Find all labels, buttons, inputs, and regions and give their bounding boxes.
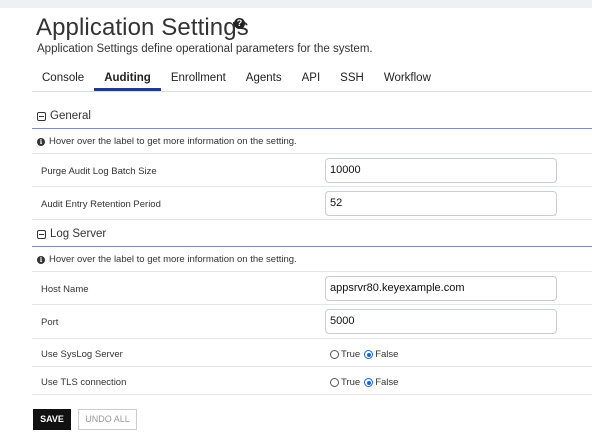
retention-period-input[interactable]: 52 <box>325 191 557 216</box>
section-toggle-log-server[interactable]: Log Server <box>37 224 106 244</box>
port-input[interactable]: 5000 <box>325 309 557 334</box>
use-tls-true-radio[interactable] <box>330 378 339 387</box>
tab-ssh[interactable]: SSH <box>330 69 374 91</box>
use-syslog-false-label[interactable]: False <box>375 349 398 360</box>
purge-batch-label[interactable]: Purge Audit Log Batch Size <box>41 166 157 177</box>
info-note-general: i Hover over the label to get more infor… <box>37 136 297 147</box>
use-tls-false-label[interactable]: False <box>375 377 398 388</box>
save-button[interactable]: SAVE <box>33 409 71 430</box>
row-divider <box>32 394 592 395</box>
info-text: Hover over the label to get more informa… <box>49 254 297 265</box>
undo-all-button[interactable]: UNDO ALL <box>78 409 137 430</box>
tab-agents[interactable]: Agents <box>236 69 292 91</box>
page-title: Application Settings <box>36 14 249 41</box>
tab-enrollment[interactable]: Enrollment <box>161 69 236 91</box>
host-name-input[interactable]: appsrvr80.keyexample.com <box>325 276 557 301</box>
purge-batch-input[interactable]: 10000 <box>325 158 557 183</box>
section-divider-log-server <box>32 246 592 247</box>
tab-auditing[interactable]: Auditing <box>94 69 161 91</box>
row-divider <box>32 366 592 367</box>
top-strip <box>0 0 592 8</box>
use-tls-true-label[interactable]: True <box>341 377 360 388</box>
row-divider <box>32 338 592 339</box>
tab-api[interactable]: API <box>292 69 331 91</box>
row-divider <box>32 186 592 187</box>
info-icon: i <box>37 137 45 146</box>
use-tls-label[interactable]: Use TLS connection <box>41 377 126 388</box>
use-syslog-label[interactable]: Use SysLog Server <box>41 349 123 360</box>
section-title-general: General <box>50 110 91 122</box>
use-syslog-true-label[interactable]: True <box>341 349 360 360</box>
port-label[interactable]: Port <box>41 317 58 328</box>
info-note-log-server: i Hover over the label to get more infor… <box>37 254 297 265</box>
tab-workflow[interactable]: Workflow <box>374 69 441 91</box>
page-description: Application Settings define operational … <box>37 43 373 55</box>
question-circle-icon[interactable]: ? <box>234 18 245 29</box>
section-title-log-server: Log Server <box>50 228 107 240</box>
use-syslog-false-radio[interactable] <box>364 350 374 359</box>
row-divider <box>32 271 592 272</box>
tab-console[interactable]: Console <box>32 69 94 91</box>
collapse-icon <box>37 229 46 239</box>
section-toggle-general[interactable]: General <box>37 106 91 126</box>
collapse-icon <box>37 111 46 121</box>
info-text: Hover over the label to get more informa… <box>49 136 297 147</box>
section-divider-general <box>32 128 592 129</box>
settings-tabs: Console Auditing Enrollment Agents API S… <box>32 69 441 91</box>
use-syslog-true-radio[interactable] <box>330 350 339 359</box>
retention-period-label[interactable]: Audit Entry Retention Period <box>41 199 161 210</box>
info-icon: i <box>37 255 45 264</box>
use-tls-radio-group: True False <box>330 377 402 388</box>
row-divider <box>32 153 592 154</box>
host-name-label[interactable]: Host Name <box>41 284 89 295</box>
row-divider <box>32 304 592 305</box>
tabs-divider <box>32 91 592 92</box>
row-divider <box>32 219 592 220</box>
use-tls-false-radio[interactable] <box>364 378 374 387</box>
use-syslog-radio-group: True False <box>330 349 402 360</box>
